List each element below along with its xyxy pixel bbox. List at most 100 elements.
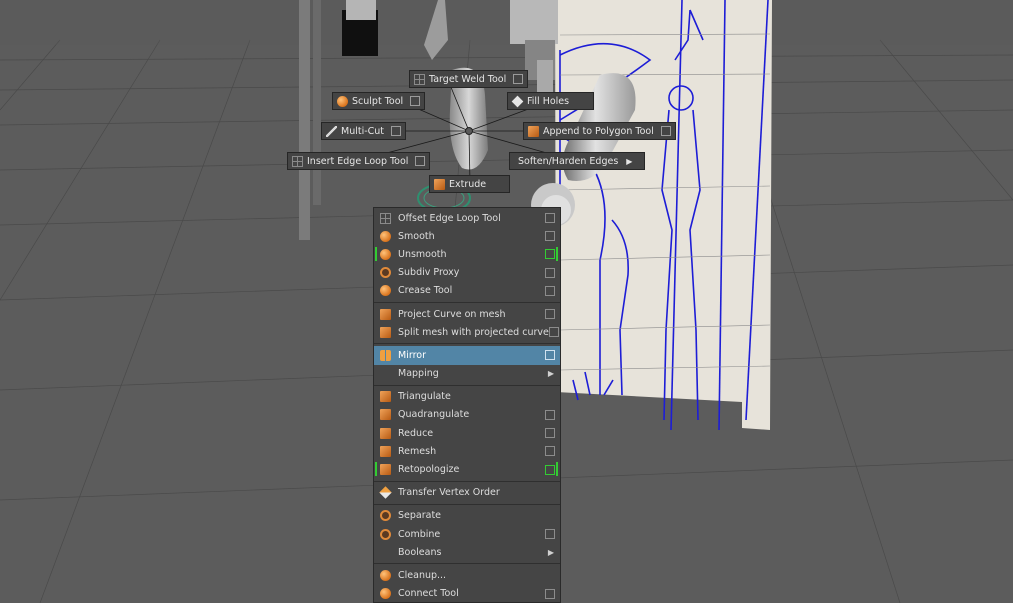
append-to-polygon-item[interactable]: Append to Polygon Tool — [523, 122, 676, 140]
fill-holes-label: Fill Holes — [527, 95, 570, 107]
option-box-icon[interactable] — [410, 96, 421, 106]
offset-edge-loop-icon — [380, 212, 391, 224]
option-box-icon[interactable] — [545, 231, 555, 242]
booleans-icon — [380, 547, 391, 558]
option-box-icon[interactable] — [545, 588, 555, 599]
option-box-icon[interactable] — [513, 74, 524, 84]
option-box-icon[interactable] — [545, 350, 555, 361]
reduce-icon — [380, 427, 391, 439]
menu-item-label: Connect Tool — [398, 588, 459, 600]
option-box-icon[interactable] — [545, 428, 555, 439]
menu-item-project-curve[interactable]: Project Curve on mesh — [374, 305, 560, 323]
option-box-icon[interactable] — [545, 446, 555, 457]
option-box-icon[interactable] — [545, 249, 555, 260]
crease-icon — [380, 285, 391, 297]
quadrangulate-icon — [380, 409, 391, 421]
menu-item-label: Subdiv Proxy — [398, 267, 460, 279]
fill-holes-icon — [511, 95, 524, 107]
option-box-icon[interactable] — [545, 529, 555, 540]
soften-harden-label: Soften/Harden Edges — [518, 155, 619, 167]
menu-item-transfer-vertex-order[interactable]: Transfer Vertex Order — [374, 484, 560, 502]
menu-item-split-mesh[interactable]: Split mesh with projected curve — [374, 323, 560, 341]
menu-item-subdiv-proxy[interactable]: Subdiv Proxy — [374, 264, 560, 282]
option-box-icon[interactable] — [548, 327, 559, 338]
menu-item-label: Smooth — [398, 230, 435, 242]
triangulate-icon — [380, 391, 391, 403]
cleanup-icon — [380, 569, 391, 581]
multi-cut-icon — [326, 125, 337, 137]
option-box-icon[interactable] — [660, 126, 671, 136]
fill-holes-item[interactable]: Fill Holes — [507, 92, 594, 110]
option-box-icon[interactable] — [545, 309, 555, 320]
menu-item-separate[interactable]: Separate — [374, 507, 560, 525]
target-weld-tool-item[interactable]: Target Weld Tool — [409, 70, 529, 88]
multi-cut-item[interactable]: Multi-Cut — [321, 122, 407, 140]
connect-icon — [380, 588, 391, 600]
menu-separator — [374, 503, 560, 505]
menu-item-connect-tool[interactable]: Connect Tool — [374, 585, 560, 602]
menu-item-booleans[interactable]: Booleans ▶ — [374, 543, 560, 561]
menu-item-label: Project Curve on mesh — [398, 308, 506, 320]
sculpt-tool-item[interactable]: Sculpt Tool — [332, 92, 426, 110]
insert-edge-loop-icon — [292, 155, 303, 167]
option-box-icon[interactable] — [545, 267, 555, 278]
menu-item-label: Offset Edge Loop Tool — [398, 212, 501, 224]
mapping-icon — [380, 368, 391, 379]
menu-separator — [374, 301, 560, 303]
menu-item-reduce[interactable]: Reduce — [374, 424, 560, 442]
unsmooth-icon — [380, 248, 391, 260]
menu-item-mapping[interactable]: Mapping ▶ — [374, 365, 560, 383]
mirror-icon — [380, 349, 391, 361]
option-box-icon[interactable] — [545, 285, 555, 296]
project-curve-icon — [380, 308, 391, 320]
extrude-icon — [434, 178, 445, 190]
option-box-icon[interactable] — [415, 156, 426, 166]
menu-item-combine[interactable]: Combine — [374, 525, 560, 543]
menu-item-label: Reduce — [398, 427, 434, 439]
menu-item-retopologize[interactable]: Retopologize — [374, 460, 560, 478]
extrude-item[interactable]: Extrude — [429, 175, 510, 193]
multi-cut-label: Multi-Cut — [341, 125, 385, 137]
menu-item-label: Booleans — [398, 546, 442, 558]
option-box-icon[interactable] — [545, 409, 555, 420]
combine-icon — [380, 528, 391, 540]
sculpt-icon — [337, 95, 348, 107]
soften-harden-edges-item[interactable]: Soften/Harden Edges ▶ — [509, 152, 645, 170]
option-box-icon[interactable] — [545, 213, 555, 224]
option-box-icon[interactable] — [391, 126, 402, 136]
smooth-icon — [380, 230, 391, 242]
menu-item-label: Split mesh with projected curve — [398, 326, 549, 338]
menu-item-smooth[interactable]: Smooth — [374, 227, 560, 245]
menu-item-quadrangulate[interactable]: Quadrangulate — [374, 406, 560, 424]
menu-item-triangulate[interactable]: Triangulate — [374, 388, 560, 406]
menu-item-label: Transfer Vertex Order — [398, 487, 500, 499]
menu-item-mirror[interactable]: Mirror — [374, 346, 560, 365]
sculpt-label: Sculpt Tool — [352, 95, 404, 107]
option-box-icon[interactable] — [545, 464, 555, 475]
menu-item-cleanup[interactable]: Cleanup... — [374, 566, 560, 584]
insert-edge-loop-item[interactable]: Insert Edge Loop Tool — [287, 152, 431, 170]
menu-item-remesh[interactable]: Remesh — [374, 442, 560, 460]
separate-icon — [380, 510, 391, 522]
mesh-tools-menu: Offset Edge Loop Tool Smooth Unsmooth Su… — [373, 207, 561, 603]
submenu-arrow-icon: ▶ — [626, 156, 633, 166]
retopologize-icon — [380, 464, 391, 476]
menu-separator — [374, 343, 560, 345]
menu-item-label: Unsmooth — [398, 248, 447, 260]
target-weld-icon — [414, 73, 425, 85]
menu-item-label: Separate — [398, 510, 442, 522]
menu-item-label: Retopologize — [398, 464, 460, 476]
insert-edge-loop-label: Insert Edge Loop Tool — [307, 155, 409, 167]
menu-item-label: Mapping — [398, 368, 439, 380]
marker-icon — [556, 462, 558, 477]
menu-item-unsmooth[interactable]: Unsmooth — [374, 245, 560, 263]
menu-item-label: Mirror — [398, 349, 426, 361]
target-weld-label: Target Weld Tool — [429, 73, 507, 85]
remesh-icon — [380, 445, 391, 457]
reference-sheet — [555, 0, 772, 431]
menu-item-label: Quadrangulate — [398, 409, 470, 421]
marker-icon — [556, 247, 558, 262]
menu-item-offset-edge-loop[interactable]: Offset Edge Loop Tool — [374, 209, 560, 227]
menu-separator — [374, 384, 560, 386]
menu-item-crease-tool[interactable]: Crease Tool — [374, 282, 560, 300]
